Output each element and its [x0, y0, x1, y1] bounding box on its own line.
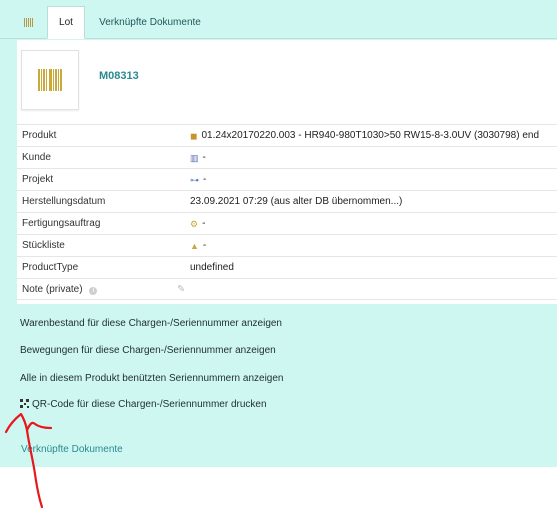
print-qr-code-link[interactable]: QR-Code für diese Chargen-/Seriennummer …	[20, 399, 267, 410]
lot-details-card: M08313 Produkt ◼ 01.24x20170220.003 - HR…	[17, 40, 557, 304]
production-date-value: 23.09.2021 07:29 (aus alter DB übernomme…	[190, 196, 403, 207]
product-link[interactable]: 01.24x20170220.003 - HR940-980T1030>50 R…	[201, 130, 539, 141]
field-label: Stückliste	[22, 240, 65, 251]
lot-number-title: M08313	[99, 70, 139, 82]
barcode-icon	[24, 18, 34, 27]
field-row-producttype: ProductType undefined	[17, 256, 557, 278]
field-label: Kunde	[22, 152, 51, 163]
lot-panel: Lot Verknüpfte Dokumente M08313 Produkt …	[0, 0, 557, 467]
box-icon: ◼	[190, 130, 198, 141]
field-row-stueckliste: Stückliste ▲ -	[17, 234, 557, 256]
customer-value[interactable]: -	[203, 152, 206, 163]
qr-code-icon	[20, 399, 29, 408]
field-row-kunde: Kunde ▥ -	[17, 146, 557, 168]
field-row-fertigungsauftrag: Fertigungsauftrag ⚙ -	[17, 212, 557, 234]
info-icon: i	[89, 286, 98, 295]
linked-documents-link[interactable]: Verknüpfte Dokumente	[21, 444, 123, 455]
building-icon: ▥	[190, 152, 199, 163]
field-row-herstellungsdatum: Herstellungsdatum 23.09.2021 07:29 (aus …	[17, 190, 557, 212]
show-stock-link[interactable]: Warenbestand für diese Chargen-/Seriennu…	[20, 318, 282, 329]
field-label: Fertigungsauftrag	[22, 218, 101, 229]
tab-barcode[interactable]	[12, 6, 46, 39]
show-serials-link[interactable]: Alle in diesem Produkt benützten Serienn…	[20, 373, 284, 384]
field-row-note: Note (private) i ✎	[17, 278, 557, 300]
field-label: Produkt	[22, 130, 57, 141]
field-row-projekt: Projekt ⊶ -	[17, 168, 557, 190]
field-label: Projekt	[22, 174, 54, 185]
tab-linked-documents[interactable]: Verknüpfte Dokumente	[90, 6, 210, 39]
production-order-value[interactable]: -	[202, 218, 205, 229]
project-value[interactable]: -	[203, 174, 206, 185]
tab-bar: Lot Verknüpfte Dokumente	[0, 0, 557, 39]
field-label: ProductType	[22, 262, 79, 273]
parts-list-icon: ▲	[190, 240, 199, 251]
field-row-produkt: Produkt ◼ 01.24x20170220.003 - HR940-980…	[17, 124, 557, 146]
production-order-icon: ⚙	[190, 218, 199, 229]
lot-image	[21, 50, 79, 110]
tab-lot[interactable]: Lot	[47, 6, 85, 39]
barcode-image-icon	[38, 69, 62, 91]
project-icon: ⊶	[190, 174, 199, 185]
print-qr-code-label: QR-Code für diese Chargen-/Seriennummer …	[32, 399, 267, 410]
parts-list-value[interactable]: -	[203, 240, 206, 251]
show-movements-link[interactable]: Bewegungen für diese Chargen-/Seriennumm…	[20, 345, 276, 356]
field-label: Herstellungsdatum	[22, 196, 106, 207]
product-type-value: undefined	[190, 262, 234, 273]
field-label: Note (private)	[22, 283, 83, 295]
pencil-icon[interactable]: ✎	[177, 284, 185, 295]
